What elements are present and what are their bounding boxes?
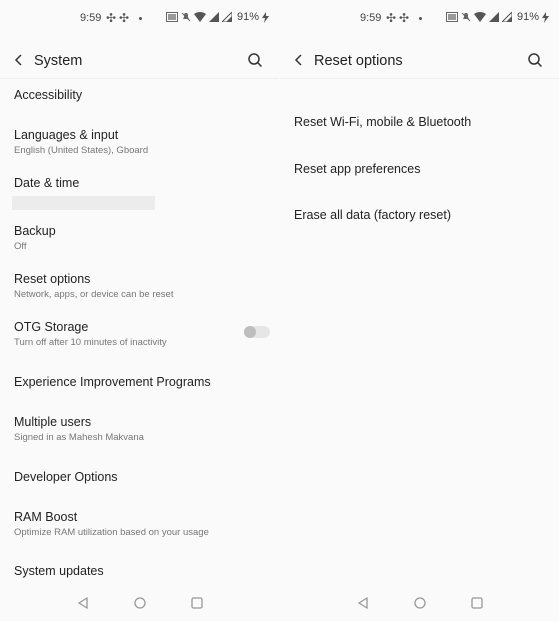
reset-wifi-mobile-bluetooth[interactable]: Reset Wi-Fi, mobile & Bluetooth — [294, 115, 471, 129]
status-bar: 9:59 ✣✣ 91% — [0, 10, 279, 28]
status-time: 9:59 — [360, 12, 382, 24]
status-time: 9:59 — [80, 12, 102, 24]
slack-icon: ✣✣ — [106, 11, 133, 25]
item-title: Languages & input — [14, 128, 119, 142]
signal-icon — [489, 12, 499, 22]
battery-level: 91% — [517, 11, 540, 23]
mute-icon — [461, 12, 471, 22]
back-arrow-icon[interactable] — [292, 52, 306, 68]
page-title: System — [34, 53, 83, 69]
status-bar: 9:59 ✣✣ 91% — [280, 10, 559, 28]
item-title: Date & time — [14, 176, 80, 190]
item-title: RAM Boost — [14, 510, 78, 524]
item-subtitle: Network, apps, or device can be reset — [14, 289, 174, 300]
settings-item-reset-options[interactable]: Reset options Network, apps, or device c… — [14, 272, 271, 301]
item-subtitle: Off — [14, 241, 27, 252]
item-subtitle: Turn off after 10 minutes of inactivity — [14, 337, 167, 348]
signal-icon — [209, 12, 219, 22]
settings-item-accessibility[interactable]: Accessibility — [14, 88, 271, 103]
settings-item-backup[interactable]: Backup Off — [14, 224, 271, 253]
settings-item-date-time[interactable]: Date & time — [12, 176, 271, 210]
item-subtitle: English (United States), Gboard — [14, 145, 149, 156]
settings-item-developer-options[interactable]: Developer Options — [14, 470, 271, 485]
charging-icon — [262, 11, 270, 23]
toggle-knob — [244, 326, 256, 338]
settings-item-experience-improvement[interactable]: Experience Improvement Programs — [14, 375, 271, 390]
settings-item-system-updates[interactable]: System updates — [14, 564, 271, 579]
nav-back-icon[interactable] — [76, 596, 90, 610]
app-bar: Reset options — [280, 44, 559, 79]
slack-icon: ✣✣ — [386, 11, 413, 25]
navigation-bar — [280, 594, 559, 614]
nav-home-icon[interactable] — [413, 596, 427, 610]
item-subtitle: Signed in as Mahesh Makvana — [14, 432, 144, 443]
navigation-bar — [0, 594, 279, 614]
item-title: OTG Storage — [14, 320, 89, 334]
nav-home-icon[interactable] — [133, 596, 147, 610]
page-title: Reset options — [314, 53, 403, 69]
item-title: Experience Improvement Programs — [14, 375, 211, 389]
item-title: Multiple users — [14, 415, 92, 429]
signal-icon — [222, 12, 232, 22]
system-settings-screen: 9:59 ✣✣ 91% System Accessibility Languag… — [0, 0, 279, 621]
nav-recents-icon[interactable] — [470, 596, 484, 610]
search-icon[interactable] — [527, 52, 543, 68]
settings-item-otg-storage[interactable]: OTG Storage Turn off after 10 minutes of… — [14, 320, 271, 349]
item-title: Developer Options — [14, 470, 118, 484]
item-title: Accessibility — [14, 88, 83, 102]
nav-back-icon[interactable] — [356, 596, 370, 610]
reset-options-screen: 9:59 ✣✣ 91% Reset options Reset Wi-Fi, m… — [280, 0, 559, 621]
wifi-icon — [474, 12, 486, 22]
settings-item-multiple-users[interactable]: Multiple users Signed in as Mahesh Makva… — [14, 415, 271, 444]
otg-storage-toggle[interactable] — [244, 326, 270, 338]
item-title: Reset options — [14, 272, 91, 286]
app-bar: System — [0, 44, 279, 79]
settings-item-ram-boost[interactable]: RAM Boost Optimize RAM utilization based… — [14, 510, 271, 539]
nav-recents-icon[interactable] — [190, 596, 204, 610]
erase-all-data-factory-reset[interactable]: Erase all data (factory reset) — [294, 208, 451, 222]
nfc-icon — [446, 12, 458, 22]
wifi-icon — [194, 12, 206, 22]
notification-dot-icon — [139, 17, 142, 20]
search-icon[interactable] — [247, 52, 263, 68]
back-arrow-icon[interactable] — [12, 52, 26, 68]
mute-icon — [181, 12, 191, 22]
nfc-icon — [166, 12, 178, 22]
redacted-subtitle — [12, 196, 155, 210]
item-subtitle: Optimize RAM utilization based on your u… — [14, 527, 209, 538]
reset-app-preferences[interactable]: Reset app preferences — [294, 162, 420, 176]
battery-level: 91% — [237, 11, 260, 23]
signal-icon — [502, 12, 512, 22]
notification-dot-icon — [419, 17, 422, 20]
settings-item-languages[interactable]: Languages & input English (United States… — [14, 128, 271, 157]
charging-icon — [542, 11, 550, 23]
item-title: Backup — [14, 224, 56, 238]
item-title: System updates — [14, 564, 104, 578]
